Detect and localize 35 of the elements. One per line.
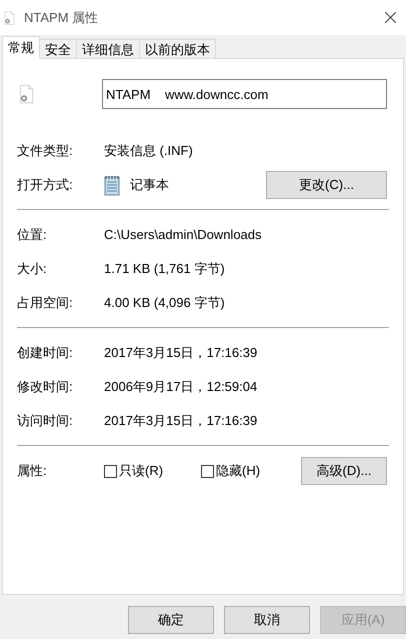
field-label: 访问时间: (17, 412, 74, 430)
field-label: 修改时间: (17, 378, 74, 396)
tab[interactable]: 安全 (39, 39, 77, 59)
file-icon (19, 84, 34, 104)
field-label: 位置: (17, 226, 48, 244)
checkbox-label: 只读(R) (119, 462, 164, 480)
field-value: 安装信息 (.INF) (104, 142, 193, 160)
checkbox[interactable] (104, 464, 117, 478)
field-value: 2017年3月15日，17:16:39 (104, 412, 258, 430)
field-label: 打开方式: (17, 176, 74, 194)
tab[interactable]: 以前的版本 (139, 39, 216, 59)
tab[interactable]: 详细信息 (76, 39, 140, 59)
field-value: 4.00 KB (4,096 字节) (104, 294, 225, 312)
field-value: 1.71 KB (1,761 字节) (104, 260, 225, 278)
field-label: 创建时间: (17, 344, 74, 362)
change-button[interactable]: 更改(C)... (266, 171, 387, 199)
window-title: NTAPM 属性 (24, 8, 98, 27)
checkbox-label: 隐藏(H) (216, 462, 260, 480)
dialog-button[interactable]: 取消 (224, 606, 310, 634)
field-value: 记事本 (130, 176, 170, 194)
field-value: 2006年9月17日，12:59:04 (104, 378, 258, 396)
tab[interactable]: 常规 (2, 36, 40, 59)
close-icon[interactable] (385, 12, 396, 23)
advanced-button[interactable]: 高级(D)... (301, 457, 387, 485)
field-value: 2017年3月15日，17:16:39 (104, 344, 258, 362)
field-label: 属性: (17, 462, 48, 480)
dialog-button[interactable]: 确定 (128, 606, 214, 634)
field-label: 大小: (17, 260, 48, 278)
checkbox[interactable] (201, 464, 214, 478)
field-label: 文件类型: (17, 142, 74, 160)
field-label: 占用空间: (17, 294, 74, 312)
name-field[interactable]: NTAPM www.downcc.com (102, 79, 387, 109)
file-icon (4, 10, 15, 24)
notepad-icon (104, 174, 121, 196)
field-value: C:\Users\admin\Downloads (104, 226, 262, 244)
